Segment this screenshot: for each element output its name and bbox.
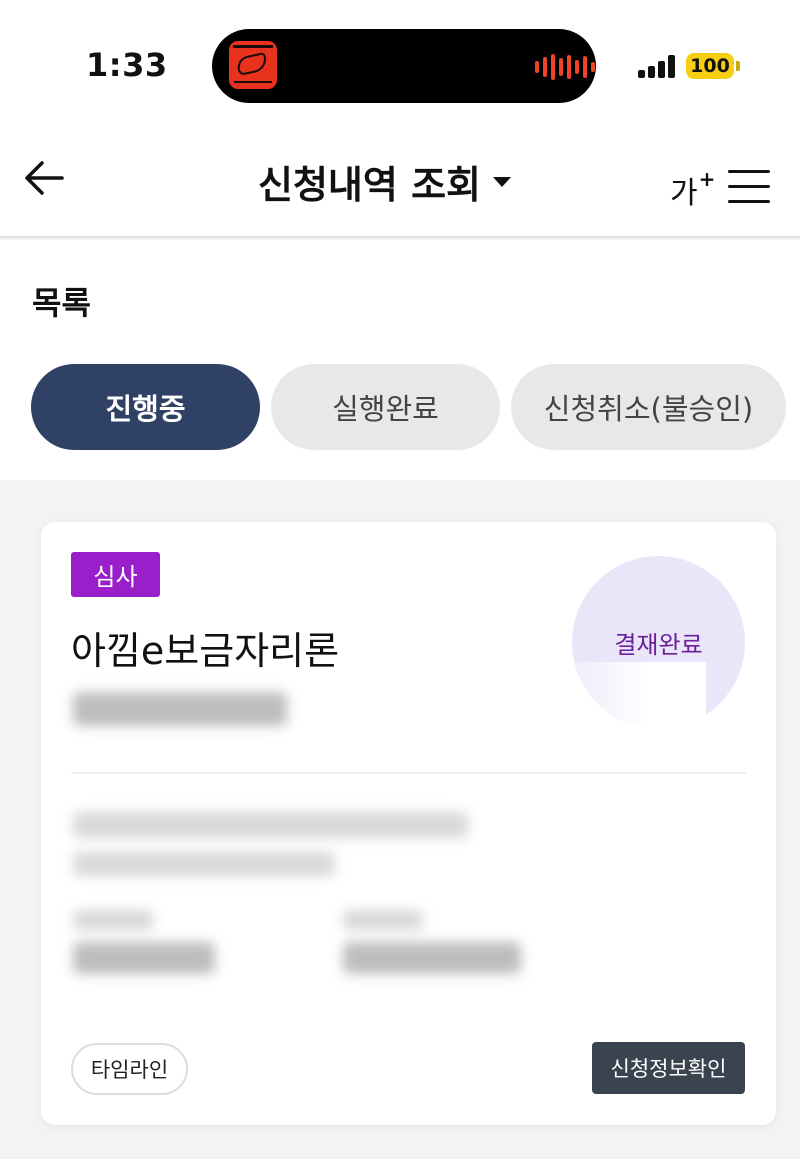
redacted-application-number (73, 692, 287, 726)
stage-badge: 심사 (71, 552, 160, 597)
redacted-text-line (73, 812, 468, 838)
redacted-label (343, 910, 423, 930)
card-divider (71, 772, 746, 774)
audio-waveform-icon (535, 53, 595, 81)
status-time: 1:33 (86, 46, 168, 84)
redacted-value (343, 942, 521, 974)
list-title: 목록 (32, 284, 91, 322)
font-size-plus: + (698, 167, 716, 191)
application-card[interactable]: 심사 아낌e보금자리론 결재완료 타임라인 신청정보확인 (41, 522, 776, 1125)
page-title: 신청내역 조회 (258, 162, 481, 207)
status-bar: 1:33 100 (0, 0, 800, 118)
tab-in-progress[interactable]: 진행중 (31, 364, 260, 450)
status-fade-overlay (566, 662, 706, 774)
hamburger-menu-icon[interactable] (728, 170, 770, 204)
album-art-icon (229, 41, 277, 89)
caret-down-icon (493, 177, 511, 187)
app-header: 신청내역 조회 가+ (0, 118, 800, 238)
battery-indicator: 100 (686, 53, 734, 79)
dynamic-island[interactable] (212, 29, 596, 103)
arrow-left-icon (25, 161, 64, 195)
font-size-button[interactable]: 가+ (670, 167, 716, 212)
battery-cap (736, 61, 740, 71)
tab-completed[interactable]: 실행완료 (271, 364, 500, 450)
title-dropdown[interactable]: 신청내역 조회 (258, 158, 511, 207)
tab-cancelled[interactable]: 신청취소(불승인) (511, 364, 786, 450)
product-name: 아낌e보금자리론 (71, 629, 340, 673)
redacted-text-line (73, 852, 335, 876)
timeline-button[interactable]: 타임라인 (71, 1043, 188, 1095)
redacted-label (73, 910, 153, 930)
view-application-info-button[interactable]: 신청정보확인 (592, 1042, 745, 1094)
back-button[interactable] (22, 158, 66, 198)
redacted-value (73, 942, 215, 974)
list-section: 목록 진행중 실행완료 신청취소(불승인) (0, 240, 800, 480)
font-size-label: 가 (670, 176, 698, 211)
cellular-signal-icon (638, 54, 678, 78)
